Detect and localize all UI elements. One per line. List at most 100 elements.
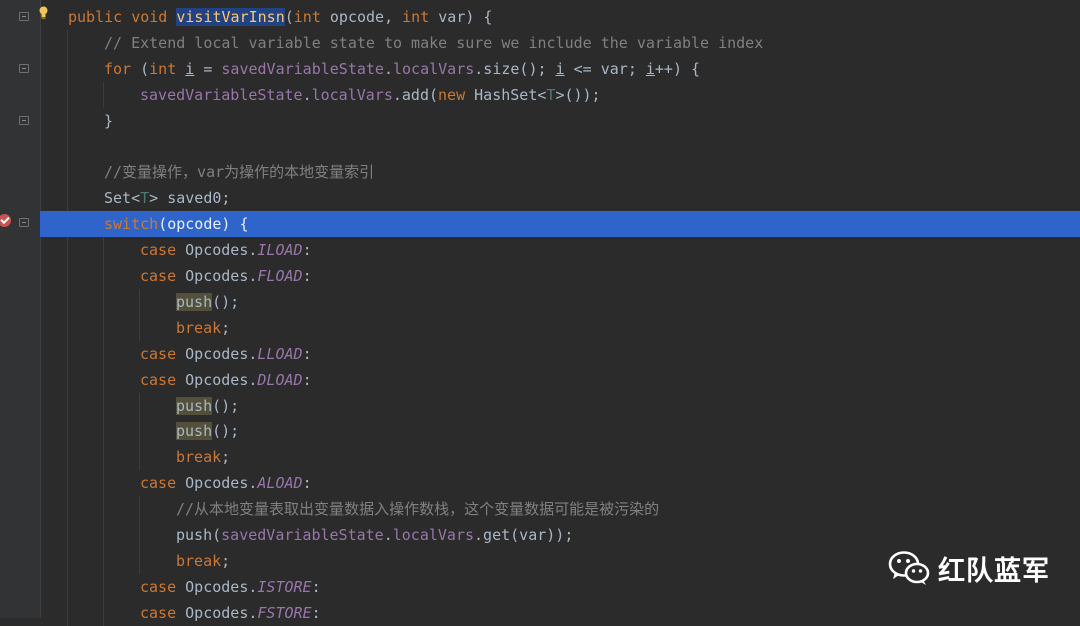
indent-guide xyxy=(103,496,104,523)
code-line[interactable]: //从本地变量表取出变量数据入操作数栈，这个变量数据可能是被污染的 xyxy=(40,496,1080,523)
code-text: break; xyxy=(176,444,230,470)
code-editor[interactable]: public void visitVarInsn(int opcode, int… xyxy=(0,0,1080,626)
indent-guide xyxy=(67,547,68,574)
fold-marker-icon[interactable] xyxy=(19,64,29,73)
code-line[interactable]: case Opcodes.FLOAD: xyxy=(40,263,1080,289)
code-token: Opcodes. xyxy=(185,474,258,493)
code-token: , xyxy=(384,8,403,26)
code-token: ISTORE xyxy=(257,577,312,596)
fold-marker-icon[interactable] xyxy=(19,12,29,21)
indent-guide xyxy=(67,314,68,341)
indent-guide xyxy=(139,418,140,445)
code-line[interactable]: break; xyxy=(40,314,1080,341)
code-line[interactable]: push(); xyxy=(40,392,1080,419)
code-token: case xyxy=(140,474,186,493)
fold-marker-icon[interactable] xyxy=(19,218,29,227)
code-token: ; xyxy=(221,318,231,337)
code-token: break xyxy=(176,551,222,570)
code-token: int xyxy=(149,59,186,78)
code-token: } xyxy=(104,111,114,130)
code-token: Opcodes. xyxy=(185,344,258,363)
indent-guide xyxy=(103,288,104,315)
code-line[interactable]: //变量操作，var为操作的本地变量索引 xyxy=(40,159,1080,186)
code-line[interactable]: // Extend local variable state to make s… xyxy=(40,29,1080,56)
code-line[interactable]: case Opcodes.ILOAD: xyxy=(40,237,1080,264)
code-token: ; xyxy=(221,448,231,467)
code-line[interactable]: switch(opcode) { xyxy=(40,211,1080,238)
code-token: Opcodes. xyxy=(185,370,258,389)
fold-marker-icon[interactable] xyxy=(19,116,29,125)
code-text: //变量操作，var为操作的本地变量索引 xyxy=(104,159,374,185)
indent-guide xyxy=(67,55,68,82)
code-line[interactable]: push(); xyxy=(40,418,1080,445)
code-token: ( xyxy=(284,8,294,26)
code-text: push(savedVariableState.localVars.get(va… xyxy=(176,522,573,548)
code-line[interactable]: case Opcodes.ALOAD: xyxy=(40,470,1080,497)
indent-guide xyxy=(103,522,104,548)
indent-guide xyxy=(67,366,68,393)
indent-guide xyxy=(139,288,140,315)
code-text: for (int i = savedVariableState.localVar… xyxy=(104,56,700,82)
code-line[interactable]: case Opcodes.DLOAD: xyxy=(40,366,1080,393)
indent-guide xyxy=(103,573,104,600)
code-token: push xyxy=(176,396,213,415)
code-token: savedVariableState xyxy=(221,59,384,78)
code-line[interactable]: savedVariableState.localVars.add(new Has… xyxy=(40,81,1080,108)
indent-guide xyxy=(139,314,140,341)
breakpoint-icon[interactable] xyxy=(0,214,11,227)
code-token: T xyxy=(140,189,150,208)
code-line[interactable]: public void visitVarInsn(int opcode, int… xyxy=(40,4,1080,30)
code-token: Opcodes. xyxy=(185,603,258,622)
code-token: case xyxy=(140,344,186,363)
code-text: break; xyxy=(176,548,230,574)
code-token: . xyxy=(302,85,312,104)
indent-guide xyxy=(67,288,68,315)
code-line[interactable]: } xyxy=(40,107,1080,134)
code-token: int xyxy=(402,8,439,26)
indent-guide xyxy=(103,340,104,367)
code-token: FSTORE xyxy=(257,603,312,622)
indent-guide xyxy=(103,547,104,574)
code-token: >()); xyxy=(555,85,601,104)
code-line[interactable]: Set<T> saved0; xyxy=(40,185,1080,212)
indent-guide xyxy=(139,496,140,523)
indent-guide xyxy=(67,81,68,108)
code-line[interactable]: case Opcodes.FSTORE: xyxy=(40,599,1080,626)
editor-gutter[interactable] xyxy=(0,0,41,618)
code-text: push(); xyxy=(176,418,239,444)
code-token: savedVariableState xyxy=(140,85,303,104)
code-token: FLOAD xyxy=(257,267,303,285)
code-line[interactable]: push(); xyxy=(40,288,1080,315)
code-line[interactable]: push(savedVariableState.localVars.get(va… xyxy=(40,522,1080,548)
indent-guide xyxy=(67,340,68,367)
indent-guide xyxy=(103,392,104,419)
code-token: case xyxy=(140,267,186,285)
indent-guide xyxy=(67,392,68,419)
indent-guide xyxy=(67,185,68,212)
code-text: Set<T> saved0; xyxy=(104,185,230,211)
indent-guide xyxy=(103,599,104,626)
code-line[interactable]: case Opcodes.LLOAD: xyxy=(40,340,1080,367)
indent-guide xyxy=(103,444,104,471)
code-token: : xyxy=(302,474,312,493)
code-text: public void visitVarInsn(int opcode, int… xyxy=(68,4,492,30)
indent-guide xyxy=(103,418,104,445)
code-token: push xyxy=(176,422,213,441)
code-token: .get(var)); xyxy=(474,526,574,544)
code-token: i xyxy=(645,59,655,78)
code-line[interactable]: for (int i = savedVariableState.localVar… xyxy=(40,55,1080,82)
indent-guide xyxy=(67,159,68,186)
code-token: switch xyxy=(104,215,159,234)
indent-guide xyxy=(139,444,140,471)
code-line[interactable] xyxy=(40,133,1080,160)
indent-guide xyxy=(103,81,104,108)
code-token: ILOAD xyxy=(257,241,303,260)
indent-guide xyxy=(67,470,68,497)
code-text: case Opcodes.FSTORE: xyxy=(140,600,321,626)
code-token: new xyxy=(438,85,475,104)
code-token: localVars xyxy=(392,526,475,544)
code-line[interactable]: break; xyxy=(40,444,1080,471)
code-text: } xyxy=(104,108,113,134)
code-text: case Opcodes.ILOAD: xyxy=(140,237,312,263)
code-text: switch(opcode) { xyxy=(104,211,249,237)
